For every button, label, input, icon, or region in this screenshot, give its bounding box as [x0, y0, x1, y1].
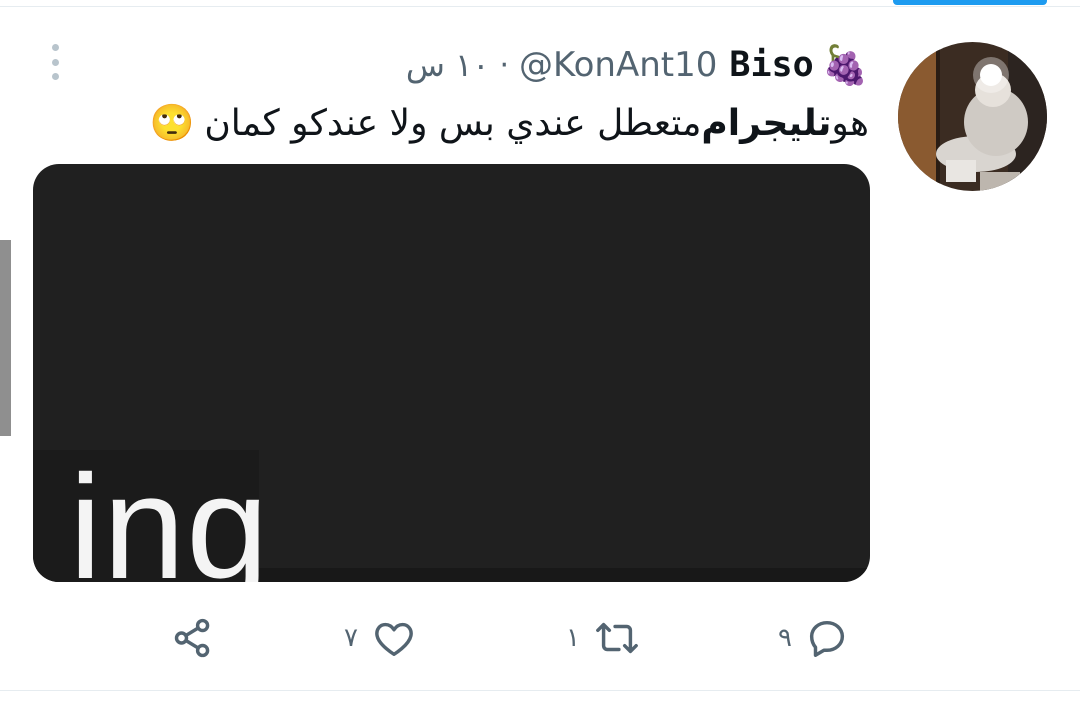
active-tab-indicator: [893, 0, 1047, 5]
tweet-text-end: متعطل عندي بس ولا عندكو كمان: [204, 102, 702, 144]
share-icon: [174, 618, 210, 658]
retweet-icon: [596, 622, 638, 654]
reply-button[interactable]: ٩: [778, 612, 850, 664]
tweet-header: 🍇 Biso @KonAnt10 · ١٠ س: [406, 40, 869, 90]
tweet-text-bold: تليجرام: [701, 102, 832, 144]
header-separator: ·: [499, 47, 510, 83]
share-button[interactable]: [170, 612, 216, 664]
top-divider: [0, 6, 1080, 7]
grapes-icon: 🍇: [821, 43, 869, 87]
more-dot: [51, 44, 59, 51]
author-handle[interactable]: @KonAnt10: [519, 45, 717, 85]
reply-icon: [809, 620, 845, 657]
tweet-media[interactable]: ing: [33, 164, 870, 582]
more-dot: [51, 58, 59, 66]
tweet-timestamp[interactable]: ١٠ س: [406, 46, 490, 84]
tweet-text: هو تليجرام متعطل عندي بس ولا عندكو كمان …: [149, 95, 869, 151]
media-text: ing: [69, 445, 270, 583]
retweet-button[interactable]: ١: [566, 612, 642, 664]
retweet-count: ١: [566, 623, 580, 653]
author-name[interactable]: Biso: [729, 45, 813, 85]
reply-count: ٩: [778, 623, 792, 653]
like-icon: [375, 622, 413, 657]
like-count: ٧: [344, 623, 358, 653]
tweet-text-start: هو: [831, 102, 869, 144]
face-emoji: 🙄: [149, 103, 195, 144]
more-dot: [51, 73, 59, 80]
like-button[interactable]: ٧: [344, 612, 418, 664]
avatar-image: [898, 42, 1047, 191]
bottom-divider: [0, 690, 1080, 691]
scrollbar[interactable]: [0, 240, 11, 436]
avatar[interactable]: [898, 42, 1047, 191]
more-options-icon[interactable]: [46, 44, 64, 80]
